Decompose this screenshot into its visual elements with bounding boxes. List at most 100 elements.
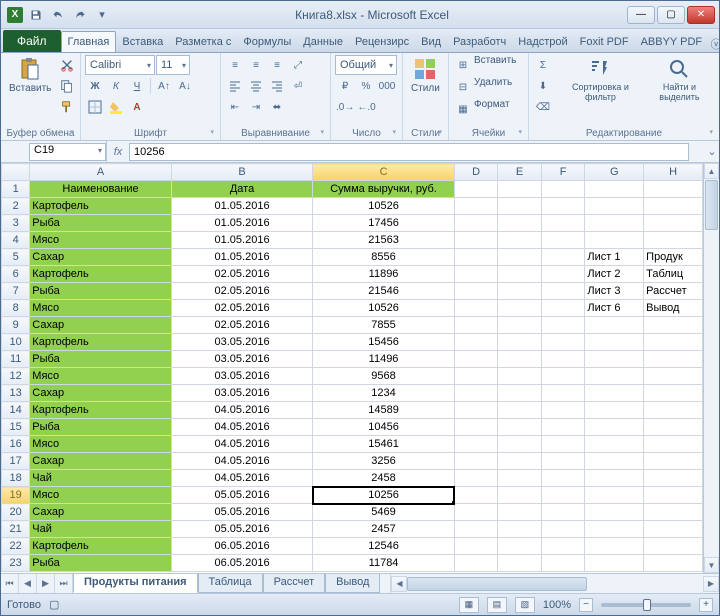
zoom-level[interactable]: 100% [543, 599, 571, 611]
cell-A8[interactable]: Мясо [30, 300, 172, 317]
decrease-font-button[interactable]: A↓ [175, 76, 195, 96]
cell-H14[interactable] [644, 402, 703, 419]
cell-H1[interactable] [644, 181, 703, 198]
formula-bar[interactable]: 10256 [129, 143, 689, 161]
cell-F7[interactable] [541, 283, 585, 300]
cell-C6[interactable]: 11896 [313, 266, 455, 283]
zoom-slider[interactable] [601, 603, 691, 607]
cell-E11[interactable] [498, 351, 542, 368]
name-box[interactable]: C19 [29, 143, 106, 161]
cell-D22[interactable] [454, 538, 498, 555]
cell-H4[interactable] [644, 232, 703, 249]
cell-D9[interactable] [454, 317, 498, 334]
cell-F16[interactable] [541, 436, 585, 453]
sheet-nav-last-button[interactable]: ⏭ [55, 574, 73, 593]
cell-D20[interactable] [454, 504, 498, 521]
cell-E15[interactable] [498, 419, 542, 436]
cell-H18[interactable] [644, 470, 703, 487]
cell-G12[interactable] [585, 368, 644, 385]
close-button[interactable]: ✕ [687, 6, 715, 24]
cell-D23[interactable] [454, 555, 498, 572]
styles-button[interactable]: Стили [407, 55, 444, 96]
cell-D15[interactable] [454, 419, 498, 436]
cell-E16[interactable] [498, 436, 542, 453]
cell-G21[interactable] [585, 521, 644, 538]
cell-H20[interactable] [644, 504, 703, 521]
cell-H3[interactable] [644, 215, 703, 232]
row-header-3[interactable]: 3 [2, 215, 30, 232]
sheet-nav-first-button[interactable]: ⏮ [1, 574, 19, 593]
orientation-button[interactable]: ⤢ [288, 55, 308, 75]
cell-C18[interactable]: 2458 [313, 470, 455, 487]
row-header-13[interactable]: 13 [2, 385, 30, 402]
row-header-18[interactable]: 18 [2, 470, 30, 487]
sheet-tab-0[interactable]: Продукты питания [73, 574, 198, 593]
cell-F17[interactable] [541, 453, 585, 470]
sheet-tab-2[interactable]: Рассчет [263, 574, 326, 593]
cell-H22[interactable] [644, 538, 703, 555]
cell-C20[interactable]: 5469 [313, 504, 455, 521]
row-header-10[interactable]: 10 [2, 334, 30, 351]
cell-E12[interactable] [498, 368, 542, 385]
font-size-combo[interactable]: 11 [156, 55, 190, 75]
cell-B10[interactable]: 03.05.2016 [171, 334, 313, 351]
cell-C5[interactable]: 8556 [313, 249, 455, 266]
cell-B9[interactable]: 02.05.2016 [171, 317, 313, 334]
sheet-tab-1[interactable]: Таблица [198, 574, 263, 593]
cell-E17[interactable] [498, 453, 542, 470]
row-header-11[interactable]: 11 [2, 351, 30, 368]
cell-D7[interactable] [454, 283, 498, 300]
bold-button[interactable]: Ж [85, 76, 105, 96]
horizontal-scrollbar[interactable]: ◀ ▶ [390, 574, 719, 593]
cell-E6[interactable] [498, 266, 542, 283]
copy-button[interactable] [57, 76, 77, 96]
cell-E3[interactable] [498, 215, 542, 232]
row-header-7[interactable]: 7 [2, 283, 30, 300]
cell-C14[interactable]: 14589 [313, 402, 455, 419]
number-format-combo[interactable]: Общий [335, 55, 397, 75]
sheet-nav-next-button[interactable]: ▶ [37, 574, 55, 593]
cell-A6[interactable]: Картофель [30, 266, 172, 283]
cell-C12[interactable]: 9568 [313, 368, 455, 385]
tab-addins[interactable]: Надстрой [512, 32, 573, 52]
cell-B5[interactable]: 01.05.2016 [171, 249, 313, 266]
ribbon-minimize-icon[interactable]: ⓥ [708, 36, 720, 52]
row-header-1[interactable]: 1 [2, 181, 30, 198]
cell-F4[interactable] [541, 232, 585, 249]
align-top-button[interactable]: ≡ [225, 55, 245, 75]
cell-G19[interactable] [585, 487, 644, 504]
cell-C19[interactable]: 10256 [313, 487, 455, 504]
cell-A22[interactable]: Картофель [30, 538, 172, 555]
clear-button[interactable]: ⌫ [533, 97, 553, 117]
cell-D5[interactable] [454, 249, 498, 266]
italic-button[interactable]: К [106, 76, 126, 96]
cell-E9[interactable] [498, 317, 542, 334]
cell-D19[interactable] [454, 487, 498, 504]
row-header-20[interactable]: 20 [2, 504, 30, 521]
cell-D17[interactable] [454, 453, 498, 470]
cell-D12[interactable] [454, 368, 498, 385]
row-header-17[interactable]: 17 [2, 453, 30, 470]
currency-button[interactable]: ₽ [335, 76, 355, 96]
row-header-19[interactable]: 19 [2, 487, 30, 504]
row-header-22[interactable]: 22 [2, 538, 30, 555]
cells-insert-button[interactable]: ⊞Вставить [453, 55, 516, 75]
cell-B3[interactable]: 01.05.2016 [171, 215, 313, 232]
cell-F14[interactable] [541, 402, 585, 419]
cell-G1[interactable] [585, 181, 644, 198]
cell-H17[interactable] [644, 453, 703, 470]
cell-grid[interactable]: ABCDEFGH1НаименованиеДатаСумма выручки, … [1, 163, 703, 572]
cell-F9[interactable] [541, 317, 585, 334]
cell-F15[interactable] [541, 419, 585, 436]
cell-A12[interactable]: Мясо [30, 368, 172, 385]
cell-H13[interactable] [644, 385, 703, 402]
cell-H8[interactable]: Вывод [644, 300, 703, 317]
format-painter-button[interactable] [57, 97, 77, 117]
col-header-F[interactable]: F [541, 164, 585, 181]
tab-formulas[interactable]: Формулы [237, 32, 297, 52]
cell-D18[interactable] [454, 470, 498, 487]
cell-A17[interactable]: Сахар [30, 453, 172, 470]
redo-button[interactable] [71, 6, 89, 24]
cell-G11[interactable] [585, 351, 644, 368]
percent-button[interactable]: % [356, 76, 376, 96]
